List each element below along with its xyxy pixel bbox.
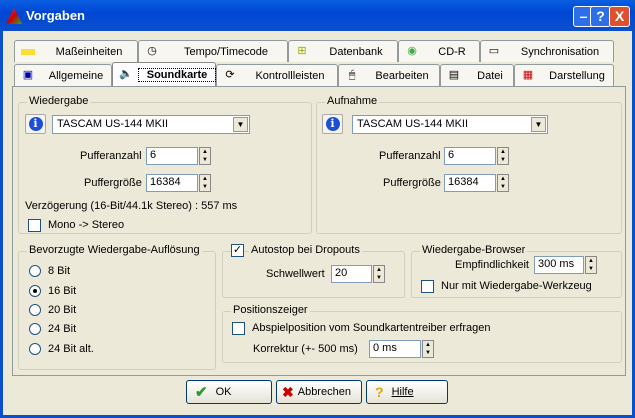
ruler-icon: [21, 48, 35, 55]
close-button[interactable]: X: [609, 6, 630, 27]
mono-stereo-label: Mono -> Stereo: [48, 219, 125, 231]
record-buffer-count-spinner[interactable]: ▲ ▼: [497, 147, 509, 165]
speaker-icon: 🔈: [119, 68, 133, 80]
help-title-button[interactable]: ?: [590, 6, 611, 27]
question-icon: ?: [375, 384, 384, 400]
floppy-icon: ▤: [448, 69, 460, 81]
correction-spinner[interactable]: ▲ ▼: [422, 340, 434, 358]
buffer-count-label: Pufferanzahl: [80, 150, 142, 162]
only-tool-checkbox[interactable]: [421, 280, 434, 293]
record-device-select[interactable]: TASCAM US-144 MKII ▼: [352, 115, 548, 134]
info-icon: i: [28, 117, 43, 131]
record-buffer-size-input[interactable]: 16384: [444, 174, 496, 192]
display-icon: ▦: [522, 69, 534, 81]
toolbar-icon: ⟳: [225, 69, 235, 81]
query-position-label: Abspielposition vom Soundkartentreiber e…: [252, 322, 491, 334]
radio-label: 8 Bit: [48, 265, 71, 277]
threshold-input[interactable]: 20: [331, 265, 372, 283]
buffer-count-label: Pufferanzahl: [379, 150, 441, 162]
radio-20bit[interactable]: [29, 304, 41, 316]
autostop-checkbox[interactable]: ✓: [231, 244, 244, 257]
clock-icon: ◷: [147, 45, 157, 57]
tab-soundkarte[interactable]: 🔈 Soundkarte: [112, 62, 216, 86]
threshold-label: Schwellwert: [266, 268, 325, 280]
sensitivity-spinner[interactable]: ▲ ▼: [585, 256, 597, 274]
radio-16bit[interactable]: [29, 285, 41, 297]
tab-synchronisation[interactable]: ▭ Synchronisation: [480, 40, 614, 62]
tab-datenbank[interactable]: ⊞ Datenbank: [288, 40, 398, 62]
record-buffer-count-input[interactable]: 6: [444, 147, 496, 165]
tab-datei[interactable]: ▤ Datei: [440, 64, 514, 86]
computer-icon: ▣: [22, 69, 34, 81]
cd-icon: ◉: [407, 45, 417, 57]
sensitivity-input[interactable]: 300 ms: [534, 256, 584, 274]
cancel-button[interactable]: ✖ Abbrechen: [276, 380, 362, 404]
checkmark-icon: ✔: [195, 384, 208, 401]
info-icon: i: [325, 117, 340, 131]
title-bar[interactable]: [0, 0, 635, 31]
correction-label: Korrektur (+- 500 ms): [253, 343, 358, 355]
tab-masseinheiten[interactable]: Maßeinheiten: [14, 40, 138, 62]
radio-8bit[interactable]: [29, 265, 41, 277]
radio-label: 24 Bit: [48, 323, 77, 335]
x-icon: ✖: [282, 383, 294, 400]
database-icon: ⊞: [297, 45, 307, 57]
radio-24bit-alt[interactable]: [29, 343, 41, 355]
playback-buffer-size-input[interactable]: 16384: [146, 174, 198, 192]
tab-kontrollleisten[interactable]: ⟳ Kontrollleisten: [216, 64, 338, 86]
playback-buffer-size-spinner[interactable]: ▲ ▼: [199, 174, 211, 192]
radio-label: 16 Bit: [48, 285, 77, 297]
tab-tempo-timecode[interactable]: ◷ Tempo/Timecode: [138, 40, 288, 62]
tab-bearbeiten[interactable]: 🖱 Bearbeiten: [338, 64, 440, 86]
help-button[interactable]: ? Hilfe: [366, 380, 448, 404]
buffer-size-label: Puffergröße: [383, 177, 441, 189]
playback-buffer-count-input[interactable]: 6: [146, 147, 198, 165]
radio-24bit[interactable]: [29, 323, 41, 335]
record-buffer-size-spinner[interactable]: ▲ ▼: [497, 174, 509, 192]
autostop-label: Autostop bei Dropouts: [249, 244, 362, 256]
mono-stereo-checkbox[interactable]: [28, 219, 41, 232]
buffer-size-label: Puffergröße: [84, 177, 142, 189]
playback-device-select[interactable]: TASCAM US-144 MKII ▼: [52, 115, 250, 134]
chevron-down-icon: ▼: [531, 117, 546, 132]
radio-label: 24 Bit alt.: [48, 343, 94, 355]
query-position-checkbox[interactable]: [232, 322, 245, 335]
ok-button[interactable]: ✔ OK: [186, 380, 272, 404]
chevron-down-icon: ▼: [233, 117, 248, 132]
tab-cd-r[interactable]: ◉ CD-R: [398, 40, 480, 62]
playback-buffer-count-spinner[interactable]: ▲ ▼: [199, 147, 211, 165]
tab-allgemeine[interactable]: ▣ Allgemeine: [14, 64, 112, 86]
correction-input[interactable]: 0 ms: [369, 340, 421, 358]
tab-darstellung[interactable]: ▦ Darstellung: [514, 64, 614, 86]
only-tool-label: Nur mit Wiedergabe-Werkzeug: [441, 280, 592, 292]
sensitivity-label: Empfindlichkeit: [455, 259, 529, 271]
threshold-spinner[interactable]: ▲ ▼: [373, 265, 385, 283]
mouse-icon: 🖱: [348, 69, 356, 81]
window-title: Vorgaben: [26, 8, 85, 23]
playback-info-button[interactable]: i: [25, 114, 46, 134]
latency-text: Verzögerung (16-Bit/44.1k Stereo) : 557 …: [25, 200, 238, 212]
tape-icon: ▭: [488, 45, 500, 57]
record-info-button[interactable]: i: [322, 114, 343, 134]
radio-label: 20 Bit: [48, 304, 77, 316]
